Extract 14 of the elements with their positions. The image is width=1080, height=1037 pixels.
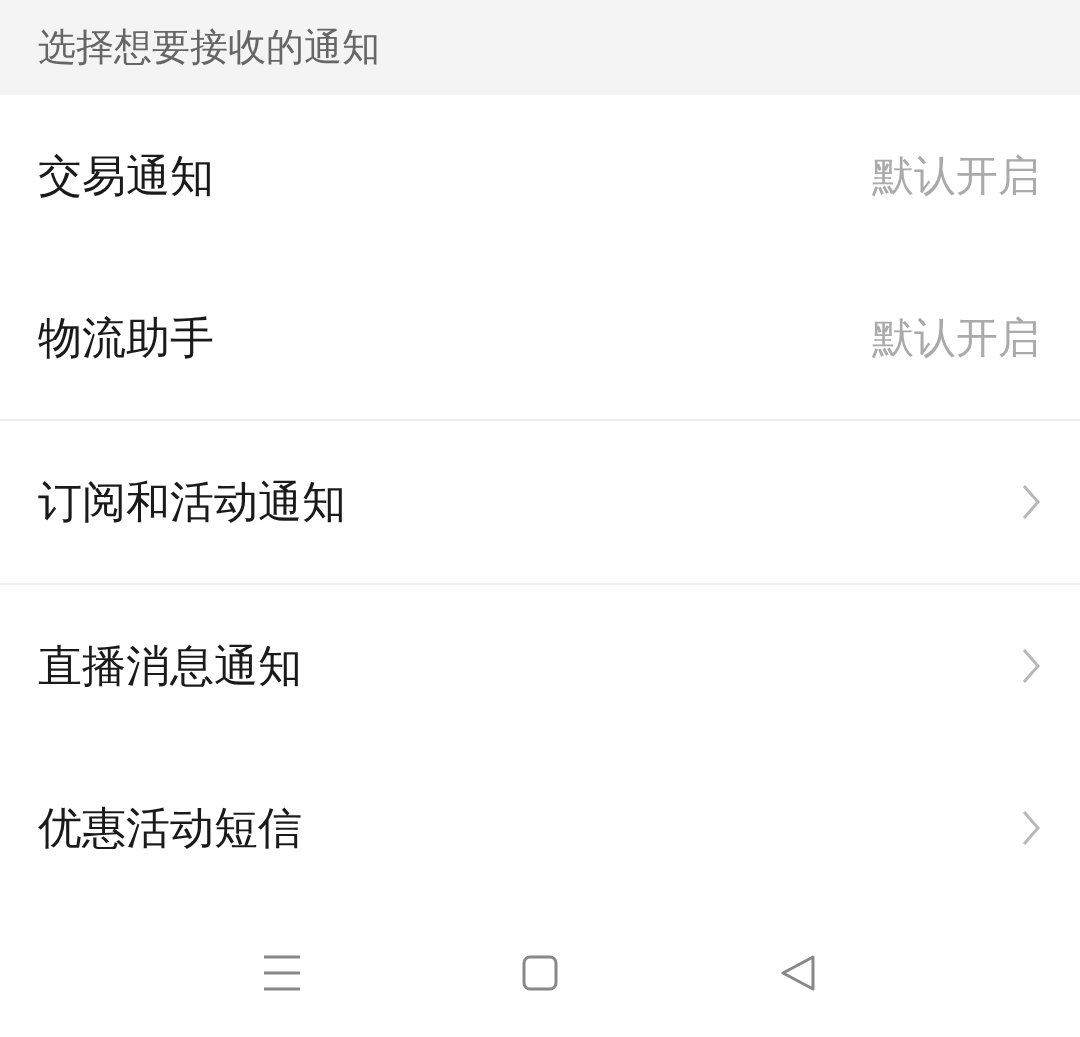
section-header-text: 选择想要接收的通知 xyxy=(38,24,380,72)
row-value: 默认开启 xyxy=(872,312,1040,365)
menu-icon[interactable] xyxy=(263,955,301,992)
back-triangle-icon[interactable] xyxy=(780,955,816,992)
settings-row[interactable]: 直播消息通知 xyxy=(0,585,1080,748)
chevron-right-icon xyxy=(1022,648,1040,685)
settings-row[interactable]: 优惠活动短信 xyxy=(0,747,1080,910)
chevron-right-icon xyxy=(1022,484,1040,521)
chevron-right-icon xyxy=(1022,810,1040,847)
row-value: 默认开启 xyxy=(872,150,1040,203)
settings-row[interactable]: 物流助手 默认开启 xyxy=(0,257,1080,420)
settings-row[interactable]: 订阅和活动通知 xyxy=(0,421,1080,584)
settings-row[interactable]: 交易通知 默认开启 xyxy=(0,95,1080,258)
home-square-icon[interactable] xyxy=(522,955,558,992)
